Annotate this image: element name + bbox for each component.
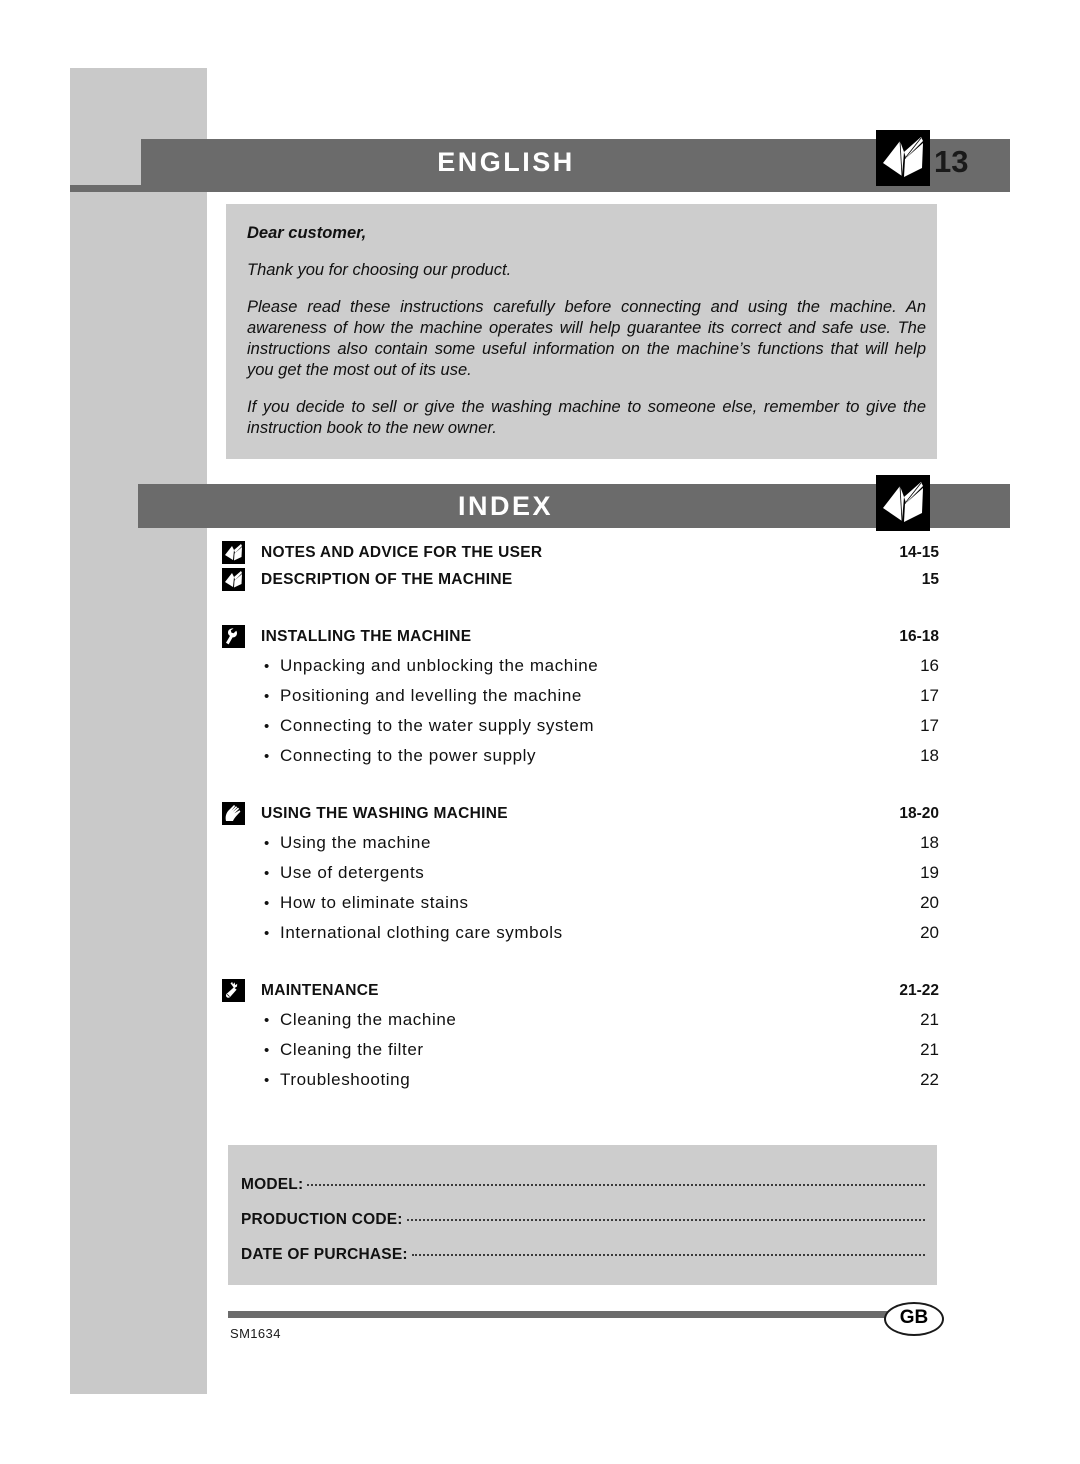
index-section-using-the-washing-machine: USING THE WASHING MACHINE 18-20 • Using … — [222, 801, 939, 948]
production-code-fill-line[interactable] — [406, 1218, 925, 1221]
production-code-field-row[interactable]: PRODUCTION CODE: — [241, 1211, 925, 1229]
index-item-label: International clothing care symbols — [280, 923, 563, 942]
model-field-row[interactable]: MODEL: — [241, 1176, 925, 1194]
bullet-icon: • — [264, 1042, 270, 1059]
index-item-label: Cleaning the filter — [280, 1040, 424, 1059]
bullet-icon: • — [264, 718, 270, 735]
document-page: ENGLISH 13 Dear customer, Thank you for … — [0, 0, 1080, 1464]
index-item-label: Unpacking and unblocking the machine — [280, 656, 599, 675]
bullet-icon: • — [264, 865, 270, 882]
index-section-pages: 21-22 — [899, 981, 939, 999]
index-item[interactable]: • Connecting to the water supply system … — [222, 711, 939, 741]
hand-with-brush-icon — [222, 979, 245, 1002]
index-section-notes-and-advice: NOTES AND ADVICE FOR THE USER 14-15 — [222, 540, 939, 565]
header-divider-rule — [70, 185, 1010, 192]
index-item[interactable]: • Unpacking and unblocking the machine 1… — [222, 651, 939, 681]
index-item[interactable]: • How to eliminate stains 20 — [222, 888, 939, 918]
open-book-icon — [222, 568, 245, 591]
index-item[interactable]: • Positioning and levelling the machine … — [222, 681, 939, 711]
index-item-page: 16 — [920, 656, 939, 675]
bullet-icon: • — [264, 925, 270, 942]
index-section-label: INSTALLING THE MACHINE — [261, 627, 472, 645]
index-item-page: 17 — [920, 716, 939, 735]
index-item-page: 17 — [920, 686, 939, 705]
intro-paragraph-3: If you decide to sell or give the washin… — [247, 398, 926, 437]
index-item-label: Connecting to the water supply system — [280, 716, 595, 735]
open-book-icon — [876, 475, 930, 531]
product-details-panel: MODEL: PRODUCTION CODE: DATE OF PURCHASE… — [228, 1145, 937, 1285]
country-badge: GB — [884, 1302, 944, 1336]
index-item[interactable]: • International clothing care symbols 20 — [222, 918, 939, 948]
index-section-pages: 14-15 — [899, 543, 939, 561]
index-title: INDEX — [457, 491, 554, 521]
index-item-label: Cleaning the machine — [280, 1010, 457, 1029]
index-section-pages: 15 — [921, 570, 939, 588]
intro-paragraph-1: Thank you for choosing our product. — [247, 261, 512, 279]
index-item[interactable]: • Using the machine 18 — [222, 828, 939, 858]
index-item-page: 21 — [920, 1040, 939, 1059]
bullet-icon: • — [264, 688, 270, 705]
index-section-label: USING THE WASHING MACHINE — [261, 804, 508, 822]
index-section-header[interactable]: INSTALLING THE MACHINE 16-18 — [222, 624, 939, 649]
bullet-icon: • — [264, 1012, 270, 1029]
index-item-label: Connecting to the power supply — [280, 746, 537, 765]
index-item-label: Use of detergents — [280, 863, 425, 882]
date-of-purchase-fill-line[interactable] — [411, 1253, 925, 1256]
index-section-header[interactable]: USING THE WASHING MACHINE 18-20 — [222, 801, 939, 826]
model-fill-line[interactable] — [307, 1183, 925, 1186]
open-book-icon — [222, 541, 245, 564]
intro-salutation: Dear customer, — [247, 224, 367, 242]
index-item-page: 22 — [920, 1070, 939, 1089]
intro-paragraph-2: Please read these instructions carefully… — [247, 298, 926, 379]
document-code: SM1634 — [230, 1326, 281, 1341]
intro-panel: Dear customer, Thank you for choosing ou… — [226, 204, 937, 459]
index-section-label: MAINTENANCE — [261, 981, 379, 999]
index-item-label: Using the machine — [280, 833, 431, 852]
date-of-purchase-field-row[interactable]: DATE OF PURCHASE: — [241, 1246, 925, 1264]
index-item-page: 21 — [920, 1010, 939, 1029]
index-list: NOTES AND ADVICE FOR THE USER 14-15 DESC… — [222, 540, 939, 1095]
bullet-icon: • — [264, 835, 270, 852]
index-item[interactable]: • Connecting to the power supply 18 — [222, 741, 939, 771]
index-item-page: 18 — [920, 746, 939, 765]
index-section-label: NOTES AND ADVICE FOR THE USER — [261, 543, 543, 561]
bullet-icon: • — [264, 658, 270, 675]
index-section-maintenance: MAINTENANCE 21-22 • Cleaning the machine… — [222, 978, 939, 1095]
index-item-label: How to eliminate stains — [280, 893, 469, 912]
bullet-icon: • — [264, 1072, 270, 1089]
bullet-icon: • — [264, 895, 270, 912]
index-item[interactable]: • Cleaning the filter 21 — [222, 1035, 939, 1065]
index-item-page: 19 — [920, 863, 939, 882]
open-book-icon — [876, 130, 930, 186]
index-section-pages: 18-20 — [899, 804, 939, 822]
index-item[interactable]: • Use of detergents 19 — [222, 858, 939, 888]
index-item-label: Troubleshooting — [280, 1070, 411, 1089]
footer-divider-rule — [228, 1311, 940, 1318]
index-item[interactable]: • Troubleshooting 22 — [222, 1065, 939, 1095]
index-item-page: 18 — [920, 833, 939, 852]
production-code-label: PRODUCTION CODE: — [241, 1211, 403, 1228]
date-of-purchase-label: DATE OF PURCHASE: — [241, 1246, 408, 1263]
index-section-installing-the-machine: INSTALLING THE MACHINE 16-18 • Unpacking… — [222, 624, 939, 771]
left-grey-band — [70, 68, 207, 1394]
index-section-header[interactable]: DESCRIPTION OF THE MACHINE 15 — [222, 567, 939, 592]
index-section-header[interactable]: NOTES AND ADVICE FOR THE USER 14-15 — [222, 540, 939, 565]
index-item-page: 20 — [920, 893, 939, 912]
hand-icon — [222, 802, 245, 825]
index-section-pages: 16-18 — [899, 627, 939, 645]
index-item[interactable]: • Cleaning the machine 21 — [222, 1005, 939, 1035]
bullet-icon: • — [264, 748, 270, 765]
page-number: 13 — [934, 144, 969, 179]
index-item-label: Positioning and levelling the machine — [280, 686, 582, 705]
index-item-page: 20 — [920, 923, 939, 942]
wrench-icon — [222, 625, 245, 648]
model-label: MODEL: — [241, 1176, 304, 1193]
index-section-header[interactable]: MAINTENANCE 21-22 — [222, 978, 939, 1003]
index-section-description-of-machine: DESCRIPTION OF THE MACHINE 15 — [222, 567, 939, 592]
language-title: ENGLISH — [437, 147, 575, 177]
index-section-label: DESCRIPTION OF THE MACHINE — [261, 570, 513, 588]
